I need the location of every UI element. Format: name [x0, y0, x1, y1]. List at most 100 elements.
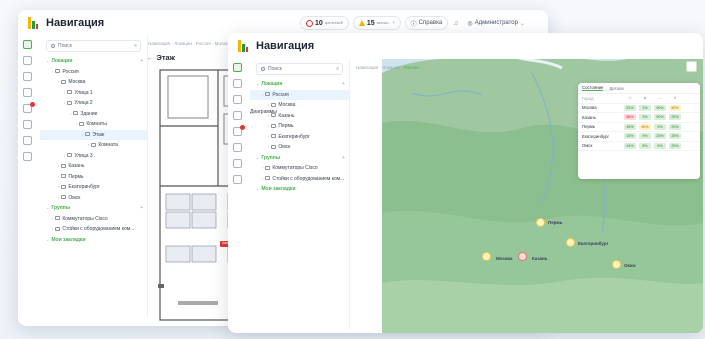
add-icon[interactable]: + — [140, 56, 143, 67]
back-search-input[interactable]: Поиск ≡ — [46, 40, 141, 52]
table-row[interactable]: Екатеринбург 15% 9% 25% 25% — [578, 132, 700, 142]
chevron-icon[interactable]: ⌄ — [46, 237, 49, 242]
tree-item[interactable]: › Екатеринбург — [250, 132, 349, 143]
grid-nav-icon[interactable] — [23, 120, 32, 129]
critical-alerts-pill[interactable]: 10 критичных › — [300, 16, 349, 30]
map-nav-icon[interactable] — [233, 63, 242, 72]
settings-nav-icon[interactable] — [233, 159, 242, 168]
metric-cell: 9% — [639, 133, 651, 140]
chevron-icon[interactable]: › — [268, 134, 269, 139]
chevron-icon[interactable]: › — [268, 123, 269, 128]
tab-status[interactable]: Состояние — [582, 85, 604, 91]
users-nav-icon[interactable] — [233, 175, 242, 184]
chevron-icon[interactable]: › — [52, 226, 53, 231]
chevron-icon[interactable]: › — [268, 102, 269, 107]
tree-item[interactable]: › Омск — [40, 193, 147, 204]
add-icon[interactable]: + — [342, 153, 345, 164]
table-row[interactable]: Москва 53% 3% 90% 50% — [578, 104, 700, 113]
location-icon — [67, 90, 73, 94]
chevron-icon[interactable]: › — [64, 100, 65, 105]
map-nav-icon[interactable] — [23, 40, 32, 49]
back-location-tree: ⌄ Локации + › Россия › Москва › Улица 1 › Улица 2 ›… — [40, 56, 147, 245]
chevron-icon[interactable]: › — [64, 153, 65, 158]
chevron-icon[interactable]: › — [64, 90, 65, 95]
front-search-input[interactable]: Поиск ≡ — [256, 63, 343, 75]
chevron-icon[interactable]: ⌄ — [256, 186, 259, 191]
filter-icon[interactable]: ≡ — [336, 66, 339, 72]
map-marker-perm[interactable] — [536, 218, 545, 227]
tree-item[interactable]: › Екатеринбург — [40, 182, 147, 193]
chevron-icon[interactable]: › — [52, 69, 53, 74]
tree-item[interactable]: › Россия — [250, 89, 349, 100]
table-row[interactable]: Пермь 45% 90% 9% 25% — [578, 123, 700, 132]
bell-icon[interactable]: ♫ — [453, 20, 458, 27]
tree-item[interactable]: › Казань — [40, 161, 147, 172]
map-view[interactable]: 10 критичных › 15 важных › ⓘ Справка ◎ А… — [382, 33, 703, 333]
chevron-icon[interactable]: › — [58, 174, 59, 179]
tree-section[interactable]: ⌄ Группы + — [40, 203, 147, 214]
tree-item[interactable]: › Комната — [40, 140, 147, 151]
tree-item[interactable]: › Коммутаторы Cisco — [40, 214, 147, 225]
filter-icon[interactable]: ≡ — [134, 43, 137, 49]
tree-item[interactable]: › Улица 1 — [40, 88, 147, 99]
tree-item[interactable]: › Пермь — [250, 121, 349, 132]
tools-nav-icon[interactable] — [233, 95, 242, 104]
users-nav-icon[interactable] — [23, 152, 32, 161]
tree-item[interactable]: › Россия — [40, 67, 147, 78]
map-layers-icon[interactable] — [686, 61, 697, 72]
tools-nav-icon[interactable] — [23, 72, 32, 81]
tree-section[interactable]: ⌄ Мои закладки — [250, 184, 349, 195]
chevron-icon[interactable]: › — [58, 184, 59, 189]
map-marker-kazan-left[interactable] — [482, 252, 491, 261]
tree-section[interactable]: ⌄ Локации + — [250, 79, 349, 90]
tree-item[interactable]: › Комнаты — [40, 119, 147, 130]
chart-nav-icon[interactable] — [233, 111, 242, 120]
user-menu[interactable]: ◎ Администратор ⌄ — [462, 16, 530, 30]
add-icon[interactable]: + — [342, 79, 345, 90]
grid-nav-icon[interactable] — [233, 143, 242, 152]
chevron-icon[interactable]: › — [268, 144, 269, 149]
tree-item[interactable]: › Коммутаторы Cisco — [250, 163, 349, 174]
chevron-icon[interactable]: › — [262, 176, 263, 181]
help-button[interactable]: ⓘ Справка — [404, 16, 449, 30]
chevron-icon[interactable]: › — [58, 195, 59, 200]
chevron-icon[interactable]: ⌄ — [256, 155, 259, 160]
tree-item[interactable]: › Улица 3 — [40, 151, 147, 162]
layers-nav-icon[interactable] — [233, 79, 242, 88]
chevron-icon[interactable]: ⌄ — [256, 81, 259, 86]
tree-section[interactable]: ⌄ Группы + — [250, 153, 349, 164]
chevron-icon[interactable]: ⌄ — [46, 205, 49, 210]
chevron-icon[interactable]: › — [76, 121, 77, 126]
map-marker-ekb[interactable] — [566, 238, 575, 247]
map-marker-omsk[interactable] — [612, 260, 621, 269]
chevron-icon[interactable]: › — [58, 163, 59, 168]
layers-nav-icon[interactable] — [23, 56, 32, 65]
chevron-icon[interactable]: › — [88, 142, 89, 147]
tree-item[interactable]: › Пермь — [40, 172, 147, 183]
tab-details[interactable]: Детали — [609, 86, 623, 91]
chevron-icon[interactable]: › — [262, 92, 263, 97]
chevron-icon[interactable]: › — [70, 111, 71, 116]
settings-nav-icon[interactable] — [23, 136, 32, 145]
tree-item[interactable]: › Здание — [40, 109, 147, 120]
tree-section[interactable]: ⌄ Локации + — [40, 56, 147, 67]
tree-item[interactable]: › Улица 2 — [40, 98, 147, 109]
tree-item[interactable]: › Москва — [40, 77, 147, 88]
tree-item[interactable]: › Омск — [250, 142, 349, 153]
chart-nav-icon[interactable] — [23, 88, 32, 97]
tree-section[interactable]: ⌄ Мои закладки — [40, 235, 147, 246]
table-row[interactable]: Омск 44% 8% 9% 25% — [578, 142, 700, 151]
chevron-icon[interactable]: › — [52, 216, 53, 221]
warning-alerts-pill[interactable]: 15 важных › — [352, 16, 401, 30]
table-row[interactable]: Казань 86% 9% 90% 25% — [578, 113, 700, 123]
tree-item[interactable]: › Стойки с оборудованием ком... — [40, 224, 147, 235]
chevron-icon[interactable]: › — [82, 132, 83, 137]
chevron-icon[interactable]: ⌄ — [46, 58, 49, 63]
chevron-icon[interactable]: › — [58, 79, 59, 84]
chevron-icon[interactable]: › — [262, 165, 263, 170]
tree-item[interactable]: › Стойки с оборудованием ком... — [250, 174, 349, 185]
tree-item[interactable]: › Этаж — [40, 129, 147, 140]
add-icon[interactable]: + — [140, 203, 143, 214]
map-marker-kazan[interactable] — [518, 252, 527, 261]
back-arrow-icon[interactable]: ← — [146, 53, 154, 62]
